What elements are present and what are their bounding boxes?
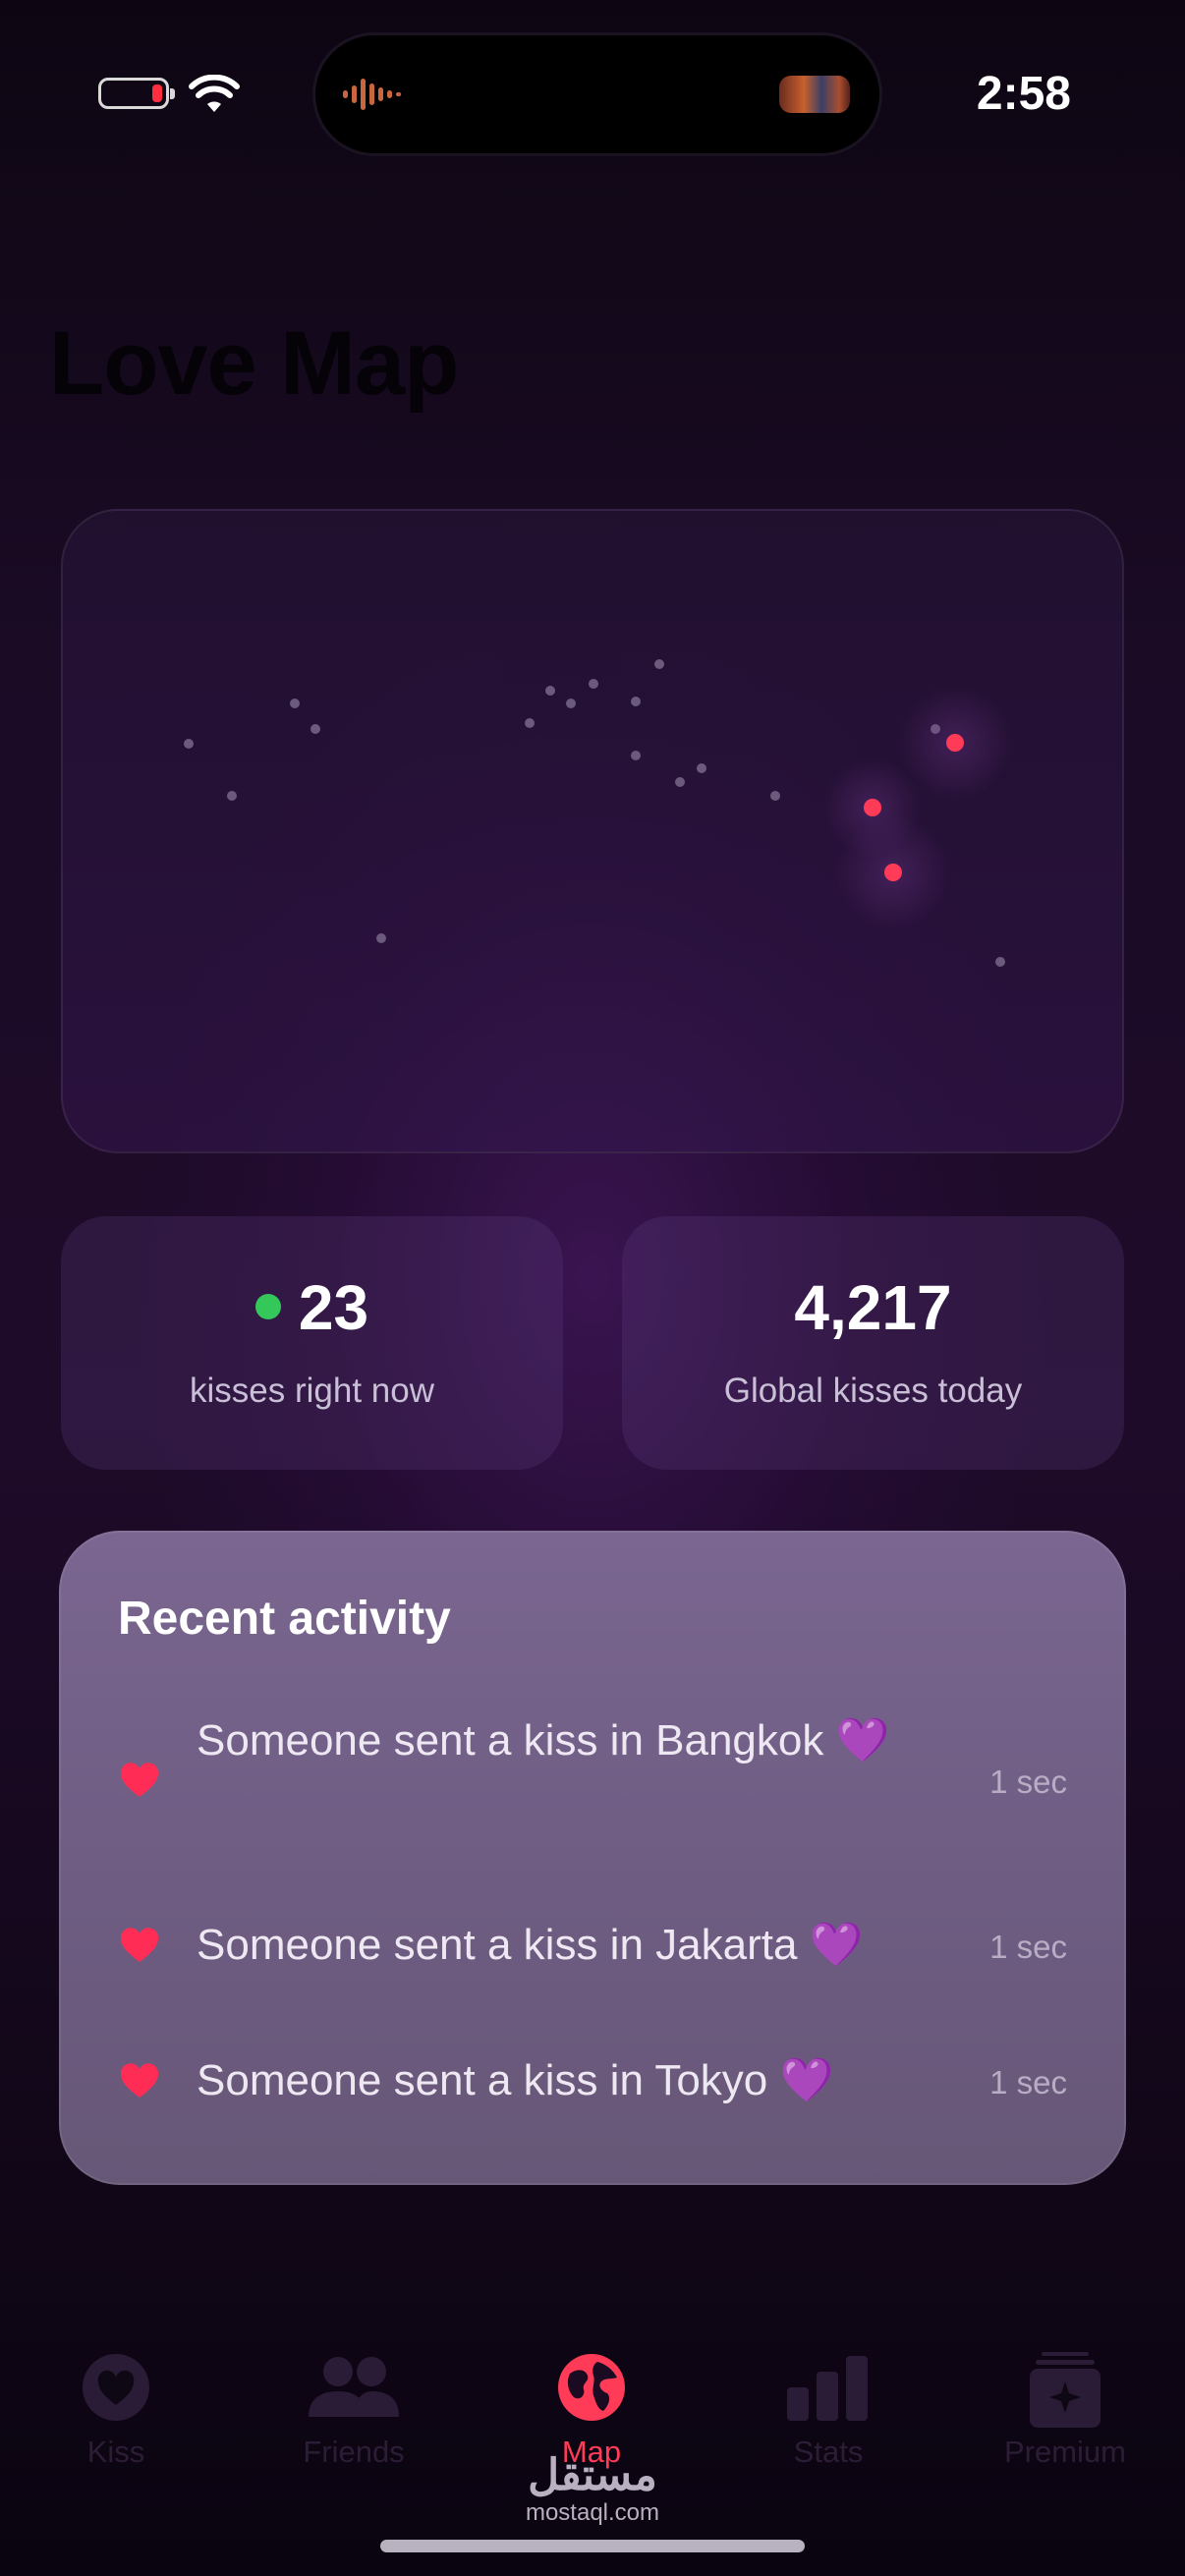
bar-chart-icon — [787, 2356, 868, 2421]
map-dot — [589, 679, 598, 689]
activity-time: 1 sec — [989, 1764, 1067, 1800]
home-indicator[interactable] — [380, 2540, 805, 2552]
live-kisses-card: 23 kisses right now — [61, 1216, 563, 1470]
watermark-latin: mostaql.com — [525, 2499, 660, 2526]
activity-time: 1 sec — [989, 2064, 1067, 2100]
status-time: 2:58 — [976, 68, 1071, 120]
map-dot — [566, 699, 576, 708]
global-kisses-card: 4,217 Global kisses today — [622, 1216, 1124, 1470]
audio-waveform-icon — [343, 79, 401, 110]
map-dot — [995, 957, 1005, 967]
activity-text: Someone sent a kiss in Jakarta 💜 — [197, 1921, 864, 1969]
activity-time: 1 sec — [989, 1929, 1067, 1965]
people-icon — [309, 2357, 399, 2417]
map-canvas — [184, 659, 1012, 967]
map-dot — [654, 659, 664, 669]
live-kisses-count: 23 — [298, 1272, 369, 1343]
live-indicator-dot — [254, 1294, 281, 1320]
map-dot — [631, 697, 641, 706]
recent-activity-title: Recent activity — [118, 1593, 451, 1645]
heart-icon — [120, 1928, 159, 1962]
map-dot — [376, 933, 386, 943]
map-dot — [184, 739, 194, 749]
map-dot — [675, 777, 685, 787]
status-bar: 2:58 — [0, 0, 1185, 177]
global-kisses-count: 4,217 — [794, 1272, 952, 1343]
activity-text: Someone sent a kiss in Bangkok 💜 — [197, 1716, 890, 1764]
map-dot — [697, 763, 706, 773]
heart-icon — [120, 2063, 159, 2098]
map-dot — [310, 724, 320, 734]
kiss-marker — [884, 864, 902, 881]
wifi-icon — [189, 75, 240, 112]
kiss-marker — [946, 734, 964, 752]
activity-text: Someone sent a kiss in Tokyo 💜 — [197, 2056, 834, 2104]
world-map-card[interactable] — [61, 509, 1124, 1153]
live-kisses-label: kisses right now — [190, 1372, 434, 1410]
global-kisses-label: Global kisses today — [723, 1372, 1023, 1410]
page-title: Love Map — [49, 313, 459, 414]
map-dot — [290, 699, 300, 708]
globe-icon — [558, 2354, 625, 2421]
map-dot — [770, 791, 780, 801]
kiss-marker — [864, 799, 881, 816]
map-dot — [545, 686, 555, 696]
recent-activity-card: Recent activity Someone sent a kiss in B… — [59, 1531, 1126, 2185]
heart-icon — [120, 1763, 159, 1797]
watermark: مستقل mostaql.com — [0, 2454, 1185, 2527]
album-art-thumbnail — [779, 76, 850, 113]
map-dot — [525, 718, 535, 728]
map-dot — [631, 751, 641, 760]
battery-low-icon — [98, 78, 175, 109]
watermark-arabic: مستقل — [528, 2451, 657, 2499]
heart-icon — [83, 2354, 149, 2421]
map-dot — [227, 791, 237, 801]
premium-sparkle-icon — [1030, 2352, 1100, 2428]
dynamic-island[interactable] — [315, 35, 879, 153]
